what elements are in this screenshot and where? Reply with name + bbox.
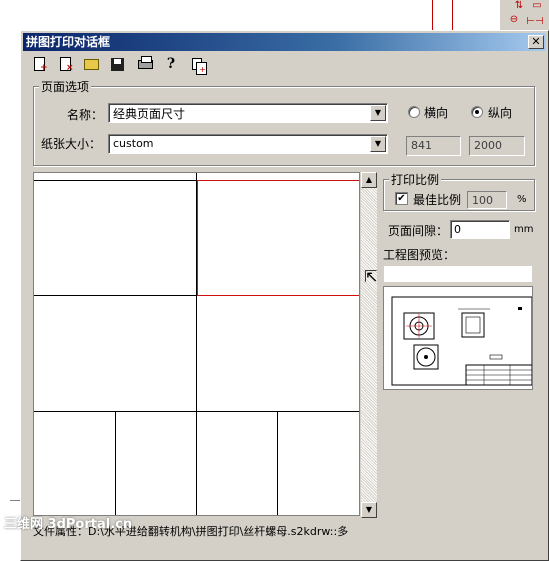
watermark: 三维网 3dPortal.cn [4, 517, 133, 532]
background-drawing-line [452, 0, 453, 30]
paper-size-select[interactable]: custom ▼ [108, 134, 388, 154]
save-button[interactable] [107, 54, 127, 74]
preview-header-strip [383, 265, 533, 283]
help-icon: ? [166, 56, 176, 72]
page-height-field: 2000 [469, 136, 525, 156]
print-icon [137, 55, 153, 69]
tile-grid-line [115, 411, 116, 515]
window-title: 拼图打印对话框 [26, 35, 111, 49]
page-gap-unit: mm [514, 224, 534, 235]
page-options-label: 页面选项 [39, 78, 92, 95]
copy-button[interactable]: + [187, 54, 207, 75]
page-gap-label: 页面间隙： [388, 224, 449, 238]
name-label: 名称： [67, 108, 104, 122]
background-drawing-line [432, 0, 433, 30]
drawing-circle-center [424, 355, 428, 359]
print-dialog: 拼图打印对话框 ✕ + × ? + 页面选项 名称： 经典页面尺寸 ▼ 纸张大小… [20, 30, 549, 561]
scale-unit: % [517, 194, 527, 205]
delete-icon: × [59, 57, 74, 73]
landscape-radio[interactable] [408, 106, 420, 118]
preview-label: 工程图预览： [383, 248, 456, 262]
copy-icon: + [192, 58, 207, 75]
drawing-note-box [489, 354, 503, 360]
print-button[interactable] [135, 54, 155, 74]
canvas-scrollbar[interactable]: ▲ ▼ [361, 172, 377, 518]
new-icon: + [33, 57, 48, 73]
drawing-frame [391, 296, 533, 386]
selected-tile[interactable] [197, 180, 359, 296]
scale-value-field: 100 [467, 191, 507, 209]
best-scale-checkbox[interactable]: ✔ [395, 192, 408, 205]
background-tool-icon: ▭ [532, 0, 542, 11]
delete-button[interactable]: × [55, 54, 75, 74]
print-scale-label: 打印比例 [389, 171, 442, 188]
paper-size-value: custom [113, 137, 154, 150]
landscape-label[interactable]: 横向 [424, 104, 448, 121]
chevron-down-icon[interactable]: ▼ [370, 136, 386, 152]
scroll-down-button[interactable]: ▼ [361, 502, 377, 518]
new-button[interactable]: + [29, 54, 49, 74]
page-width-field: 841 [406, 136, 461, 156]
open-button[interactable] [81, 54, 101, 74]
title-bar[interactable]: 拼图打印对话框 ✕ [23, 33, 546, 51]
close-button[interactable]: ✕ [528, 35, 544, 49]
open-folder-icon [83, 58, 99, 70]
background-drawing-line [10, 500, 20, 501]
drawing-symbol [518, 307, 522, 310]
portrait-radio[interactable] [471, 106, 483, 118]
portrait-label[interactable]: 纵向 [488, 104, 512, 121]
tile-layout-canvas[interactable] [33, 172, 360, 516]
page-gap-input[interactable]: 0 [450, 220, 510, 239]
drawing-preview [383, 286, 533, 390]
name-select[interactable]: 经典页面尺寸 ▼ [108, 103, 388, 123]
background-tool-icon: ⊖ [509, 14, 519, 25]
paper-size-label: 纸张大小： [41, 137, 102, 151]
chevron-down-icon[interactable]: ▼ [370, 105, 386, 121]
save-icon [110, 57, 124, 71]
drawing-view-side-inner [465, 316, 481, 334]
scroll-up-button[interactable]: ▲ [361, 172, 377, 188]
background-toolstrip: ⇅ ▭ ⊖ ⊢⊣ [500, 0, 549, 32]
drawing-preview-thumbnail [391, 296, 533, 386]
tile-grid-line [34, 411, 359, 412]
mouse-cursor-icon: ⇱ [364, 267, 378, 286]
background-tool-icon: ⊢⊣ [526, 16, 544, 27]
name-select-value: 经典页面尺寸 [113, 107, 186, 121]
drawing-view-side [461, 312, 485, 338]
background-tool-icon: ⇅ [514, 0, 524, 11]
help-button[interactable]: ? [161, 54, 181, 74]
tile-grid-line [277, 411, 278, 515]
best-scale-label[interactable]: 最佳比例 [413, 191, 461, 208]
